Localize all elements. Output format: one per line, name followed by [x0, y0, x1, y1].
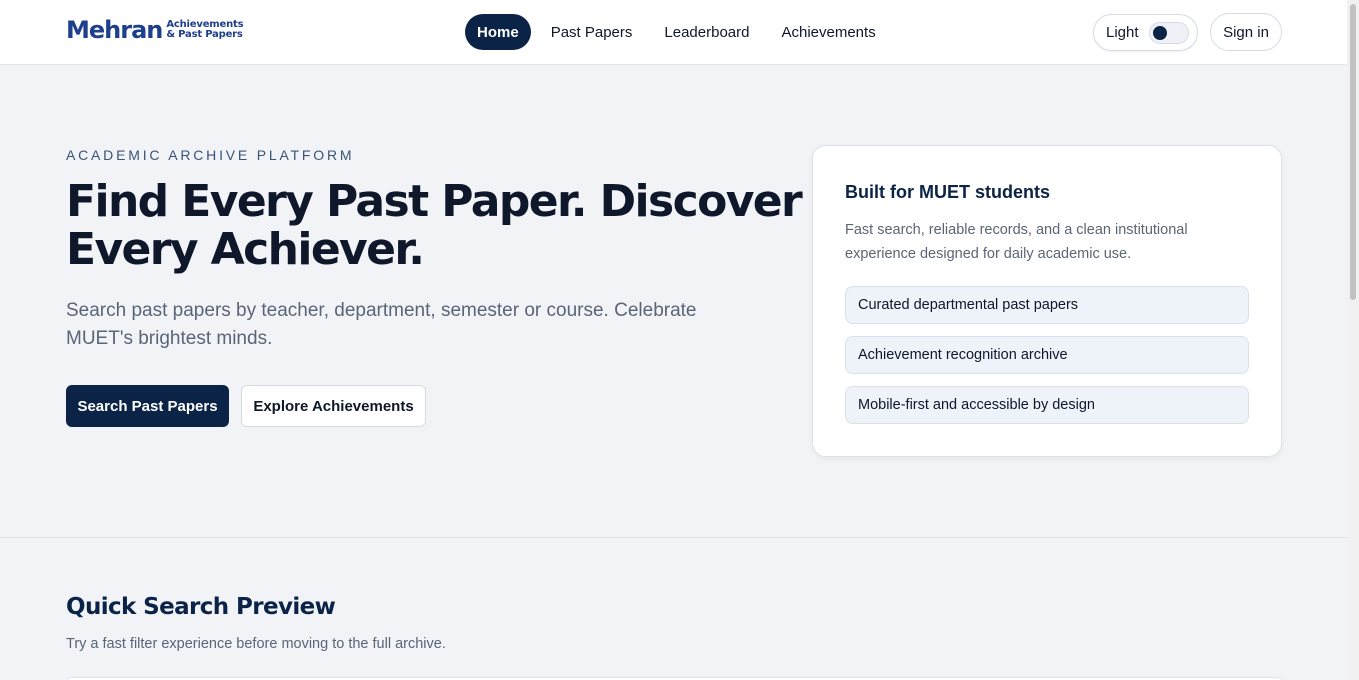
card-title: Built for MUET students: [845, 182, 1050, 202]
logo-tagline-line2: & Past Papers: [166, 29, 243, 40]
info-card: Built for MUET students Fast search, rel…: [812, 145, 1282, 457]
hero-subtitle: Search past papers by teacher, departmen…: [66, 300, 697, 349]
site-logo[interactable]: Mehran Achievements & Past Papers: [66, 16, 244, 44]
scrollbar-thumb[interactable]: [1350, 4, 1356, 300]
sign-in-button[interactable]: Sign in: [1210, 13, 1282, 51]
page-scrollbar[interactable]: [1347, 0, 1359, 680]
logo-tagline: Achievements & Past Papers: [166, 20, 243, 40]
theme-switch[interactable]: [1148, 21, 1189, 44]
nav-achievements[interactable]: Achievements: [769, 14, 887, 50]
nav-past-papers[interactable]: Past Papers: [539, 14, 645, 50]
card-description: Fast search, reliable records, and a cle…: [845, 222, 1188, 262]
top-header: Mehran Achievements & Past Papers Home P…: [0, 0, 1347, 65]
nav-leaderboard[interactable]: Leaderboard: [652, 14, 761, 50]
feature-item: Curated departmental past papers: [845, 286, 1249, 324]
theme-toggle[interactable]: Light: [1093, 14, 1198, 51]
switch-knob: [1152, 25, 1167, 40]
hero-eyebrow: ACADEMIC ARCHIVE PLATFORM: [66, 147, 355, 163]
quick-search-title: Quick Search Preview: [66, 594, 336, 620]
logo-wordmark: Mehran: [66, 16, 163, 44]
feature-item: Achievement recognition archive: [845, 336, 1249, 374]
feature-item: Mobile-first and accessible by design: [845, 386, 1249, 424]
main-nav: Home Past Papers Leaderboard Achievement…: [465, 14, 896, 50]
hero-title: Find Every Past Paper. Discover Every Ac…: [66, 176, 803, 275]
search-past-papers-button[interactable]: Search Past Papers: [66, 385, 229, 427]
section-divider: [0, 537, 1347, 538]
quick-search-subtitle: Try a fast filter experience before movi…: [66, 636, 446, 652]
explore-achievements-button[interactable]: Explore Achievements: [241, 385, 426, 427]
nav-home[interactable]: Home: [465, 14, 531, 50]
theme-label: Light: [1106, 24, 1139, 41]
